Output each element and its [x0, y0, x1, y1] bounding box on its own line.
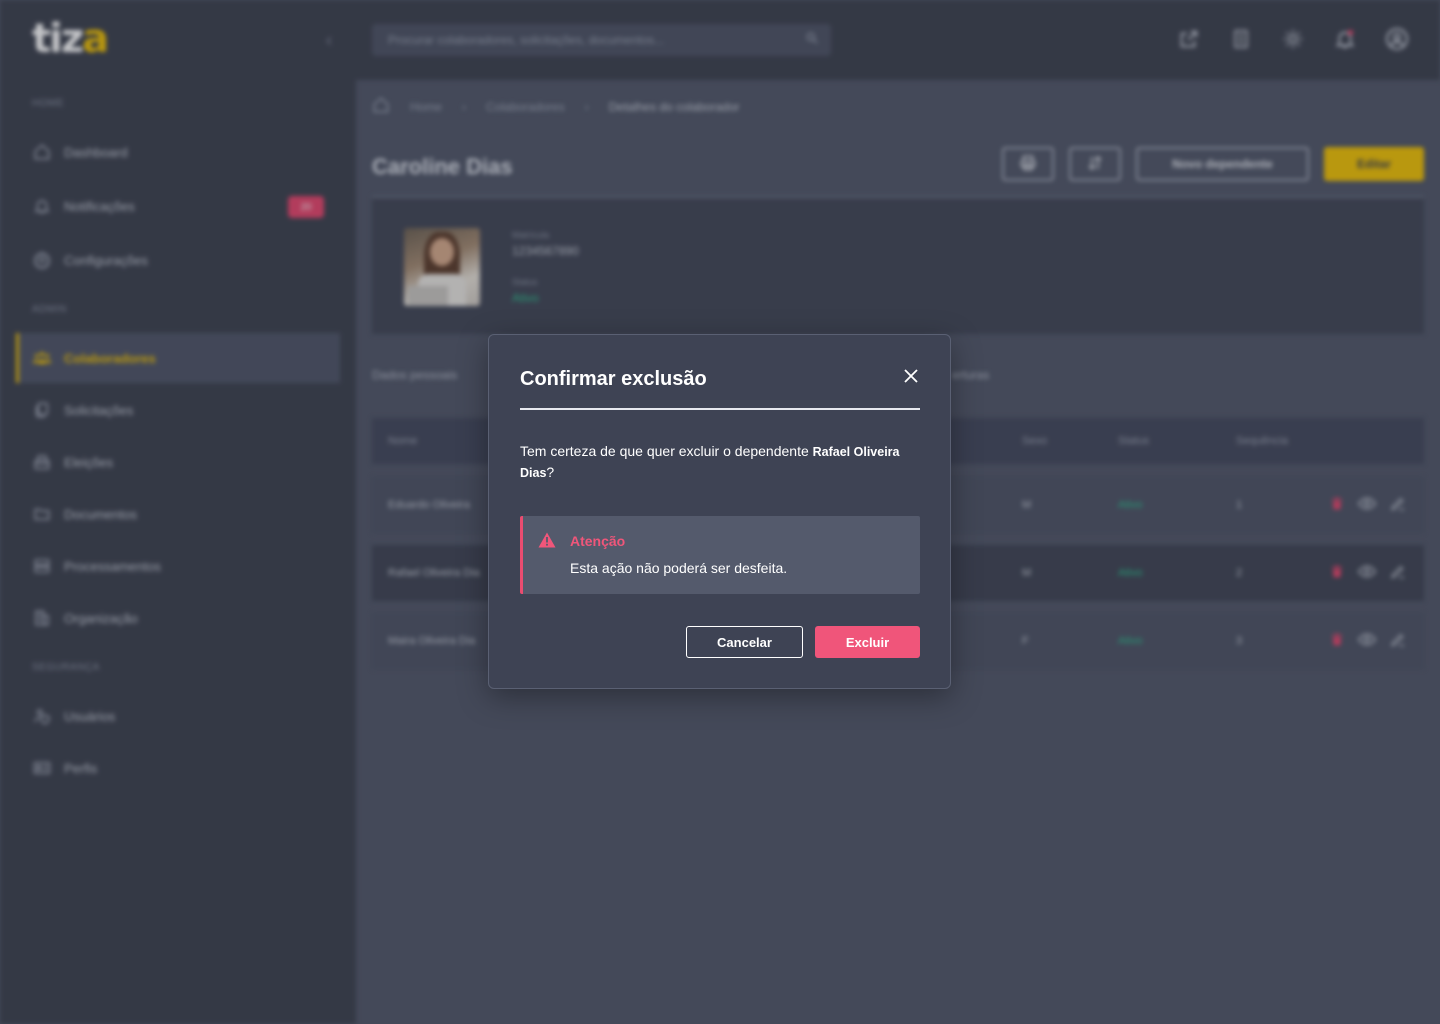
modal-message-suffix: ? [546, 464, 555, 480]
cancel-button[interactable]: Cancelar [686, 626, 803, 658]
modal-divider [520, 408, 920, 410]
alert-title: Atenção [570, 533, 626, 549]
close-icon[interactable] [902, 367, 920, 385]
confirm-delete-modal: Confirmar exclusão Tem certeza de que qu… [488, 334, 951, 689]
delete-button[interactable]: Excluir [815, 626, 920, 658]
modal-message-prefix: Tem certeza de que quer excluir o depend… [520, 443, 813, 459]
modal-message: Tem certeza de que quer excluir o depend… [520, 441, 920, 483]
modal-title: Confirmar exclusão [520, 368, 707, 390]
warning-alert: Atenção Esta ação não poderá ser desfeit… [520, 516, 920, 594]
warning-triangle-icon [538, 532, 556, 548]
alert-text: Esta ação não poderá ser desfeita. [570, 560, 788, 576]
